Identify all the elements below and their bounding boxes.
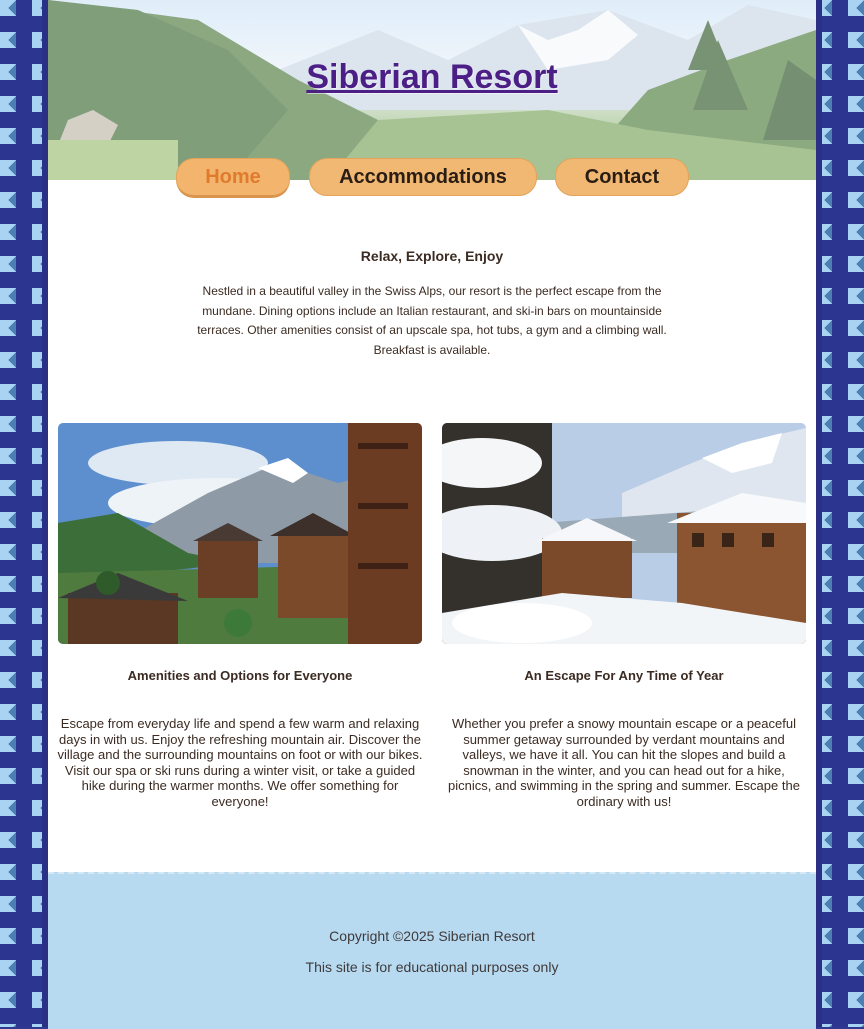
nav-contact-button[interactable]: Contact [555,158,689,196]
seasons-heading: An Escape For Any Time of Year [524,668,724,683]
footer-note: This site is for educational purposes on… [305,959,559,975]
seasons-text: Whether you prefer a snowy mountain esca… [448,716,800,809]
amenities-section: Amenities and Options for Everyone Escap… [56,668,424,810]
amenities-heading: Amenities and Options for Everyone [127,668,353,683]
intro-section: Relax, Explore, Enjoy Nestled in a beaut… [188,248,676,360]
footer-copyright: Copyright ©2025 Siberian Resort [329,928,535,944]
left-side-pattern [0,0,48,1027]
intro-heading: Relax, Explore, Enjoy [360,248,504,264]
winter-village-photo [442,423,806,644]
right-side-pattern [816,0,864,1027]
site-title[interactable]: Siberian Resort [48,58,816,97]
summer-village-photo [58,423,422,644]
amenities-text: Escape from everyday life and spend a fe… [57,716,423,809]
page-content: Siberian Resort Home Accommodations Cont… [48,0,816,1029]
intro-text: Nestled in a beautiful valley in the Swi… [197,284,667,357]
nav-home-button[interactable]: Home [176,158,290,198]
seasons-section: An Escape For Any Time of Year Whether y… [440,668,808,810]
main-navigation: Home Accommodations Contact [48,158,816,198]
site-footer: Copyright ©2025 Siberian Resort This sit… [48,872,816,1029]
nav-accommodations-button[interactable]: Accommodations [309,158,537,196]
